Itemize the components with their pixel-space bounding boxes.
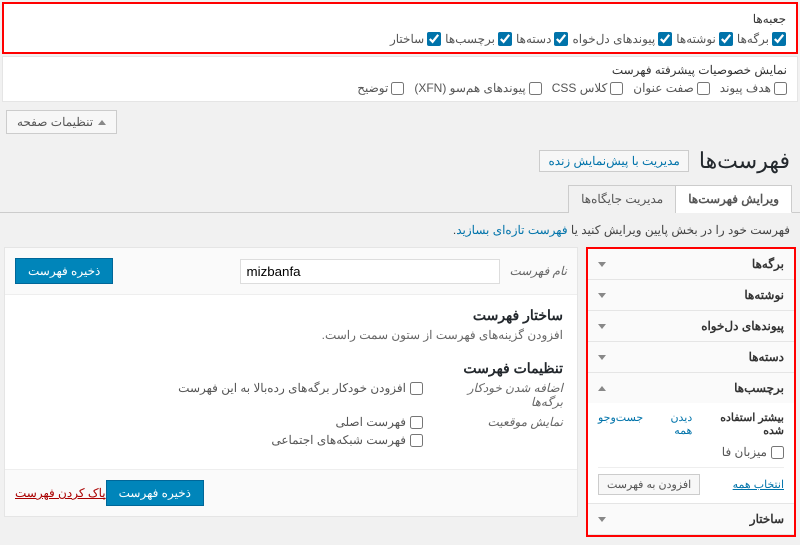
tag-item-checkbox[interactable] [771,446,784,459]
menu-editor-column: نام فهرست ذخیره فهرست ساختار فهرست افزود… [4,247,578,517]
edit-hint: فهرست خود را در بخش پایین ویرایش کنید یا… [0,213,800,247]
nav-tabs: ویرایش فهرست‌ها مدیریت جایگاه‌ها [0,184,800,213]
chevron-up-icon [98,120,106,125]
auto-add-row: اضافه شدن خودکار برگه‌ها افزودن خودکار ب… [19,381,563,409]
location-social[interactable]: فهرست شبکه‌های اجتماعی [271,433,423,447]
advanced-checks: توضیح پیوندهای هم‌سو (XFN) کلاس CSS صفت … [13,81,787,95]
menu-source-sidebar: برگه‌ها نوشته‌ها پیوندهای دل‌خواه دسته‌ه… [586,247,796,537]
live-preview-button[interactable]: مدیریت با پیش‌نمایش زنده [539,150,688,172]
menu-name-input[interactable] [240,259,500,284]
tab-manage-locations[interactable]: مدیریت جایگاه‌ها [568,185,676,213]
menu-columns: برگه‌ها نوشته‌ها پیوندهای دل‌خواه دسته‌ه… [0,247,800,545]
acc-pages[interactable]: برگه‌ها [588,249,794,279]
page-header: فهرست‌ها مدیریت با پیش‌نمایش زنده [0,140,800,178]
opt-posts[interactable]: نوشته‌ها [676,32,733,46]
structure-text: افزودن گزینه‌های فهرست از ستون سمت راست. [19,328,563,342]
chk-tags[interactable] [498,32,512,46]
screen-options-title: جعبه‌ها [14,12,786,26]
opt-tags[interactable]: برچسب‌ها [445,32,512,46]
adv-xfn[interactable]: پیوندهای هم‌سو (XFN) [414,81,541,95]
select-all-link[interactable]: انتخاب همه [733,478,784,491]
tags-footer: انتخاب همه افزودن به فهرست [598,467,784,495]
menu-editor-body: ساختار فهرست افزودن گزینه‌های فهرست از س… [5,295,577,469]
minitab-all[interactable]: دیدن همه [651,411,692,437]
advanced-props-panel: نمایش خصوصیات پیشرفته فهرست توضیح پیونده… [2,56,798,102]
chk-links[interactable] [658,32,672,46]
minitab-search[interactable]: جست‌وجو [598,411,643,437]
acc-categories[interactable]: دسته‌ها [588,342,794,372]
tag-item-row[interactable]: میزبان فا [598,445,784,459]
adv-css[interactable]: کلاس CSS [552,81,624,95]
opt-pages[interactable]: برگه‌ها [737,32,786,46]
adv-target[interactable]: هدف پیوند [720,81,787,95]
delete-menu-link[interactable]: پاک کردن فهرست [15,486,106,500]
menu-editor-footer: ذخیره فهرست پاک کردن فهرست [5,469,577,516]
advanced-title: نمایش خصوصیات پیشرفته فهرست [13,63,787,77]
auto-add-option[interactable]: افزودن خودکار برگه‌های رده‌بالا به این ف… [178,381,423,395]
chevron-up-icon [598,386,606,391]
tab-edit-menus[interactable]: ویرایش فهرست‌ها [675,185,792,213]
chevron-down-icon [598,324,606,329]
menu-editor: نام فهرست ذخیره فهرست ساختار فهرست افزود… [4,247,578,517]
tags-mini-tabs: بیشتر استفاده شده دیدن همه جست‌وجو [598,411,784,437]
chevron-down-icon [598,262,606,267]
structure-heading: ساختار فهرست [19,307,563,324]
save-menu-button-bottom[interactable]: ذخیره فهرست [106,480,204,506]
chevron-down-icon [598,517,606,522]
screen-options-checks: ساختار برچسب‌ها دسته‌ها پیوندهای دل‌خواه… [14,32,786,46]
location-primary[interactable]: فهرست اصلی [271,415,423,429]
auto-add-label: اضافه شدن خودکار برگه‌ها [453,381,563,409]
menu-name-label: نام فهرست [510,264,568,278]
opt-links[interactable]: پیوندهای دل‌خواه [572,32,672,46]
display-location-row: نمایش موقعیت فهرست اصلی فهرست شبکه‌های ا… [19,415,563,451]
save-menu-button-top[interactable]: ذخیره فهرست [15,258,113,284]
add-to-menu-button[interactable]: افزودن به فهرست [598,474,700,495]
chk-structure[interactable] [427,32,441,46]
settings-heading: تنظیمات فهرست [19,360,563,377]
minitab-recent[interactable]: بیشتر استفاده شده [700,411,784,437]
adv-description[interactable]: توضیح [357,81,404,95]
page-title: فهرست‌ها [699,148,790,174]
chk-cats[interactable] [554,32,568,46]
chevron-down-icon [598,355,606,360]
create-new-menu-link[interactable]: فهرست تازه‌ای بسازید [456,223,567,237]
adv-title-attr[interactable]: صفت عنوان [633,81,710,95]
acc-links[interactable]: پیوندهای دل‌خواه [588,311,794,341]
screen-options-panel: جعبه‌ها ساختار برچسب‌ها دسته‌ها پیوندهای… [2,2,798,54]
menu-editor-header: نام فهرست ذخیره فهرست [5,248,577,295]
chk-posts[interactable] [719,32,733,46]
opt-cats[interactable]: دسته‌ها [516,32,568,46]
opt-structure[interactable]: ساختار [390,32,441,46]
acc-tags-body: بیشتر استفاده شده دیدن همه جست‌وجو میزبا… [588,403,794,503]
screen-options-toggle[interactable]: تنظیمات صفحه [6,110,117,134]
acc-posts[interactable]: نوشته‌ها [588,280,794,310]
screen-options-toggle-row: تنظیمات صفحه [0,104,800,140]
display-location-label: نمایش موقعیت [453,415,563,451]
acc-format[interactable]: ساختار [588,504,794,534]
acc-tags[interactable]: برچسب‌ها [588,373,794,403]
chevron-down-icon [598,293,606,298]
chk-pages[interactable] [772,32,786,46]
